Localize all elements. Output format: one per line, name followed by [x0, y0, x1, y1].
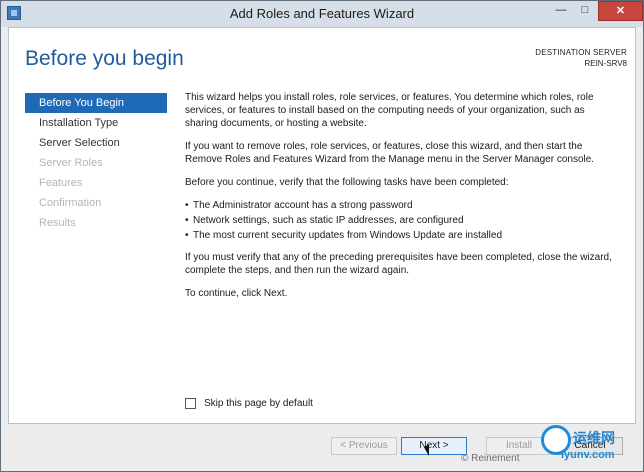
site-logo: 运维网 iyunv.com — [541, 425, 637, 467]
intro-paragraph: This wizard helps you install roles, rol… — [185, 92, 594, 129]
nav-item-results: Results — [39, 217, 76, 229]
destination-server-label: DESTINATION SERVER — [535, 48, 627, 57]
destination-server-name: REIN-SRV8 — [584, 59, 627, 68]
nav-item-installation-type[interactable]: Installation Type — [25, 113, 167, 133]
nav-item-server-roles: Server Roles — [39, 157, 103, 169]
continue-paragraph: To continue, click Next. — [185, 288, 288, 299]
skip-page-option[interactable]: Skip this page by default — [185, 398, 313, 409]
window-title: Add Roles and Features Wizard — [229, 6, 415, 21]
page-title: Before you begin — [25, 47, 184, 70]
wizard-content: Before you begin DESTINATION SERVER REIN… — [8, 27, 636, 424]
wizard-window: Add Roles and Features Wizard — □ ✕ Befo… — [0, 0, 644, 472]
logo-subtext: iyunv.com — [561, 449, 615, 461]
maximize-button[interactable]: □ — [573, 1, 597, 21]
nav-item-features: Features — [39, 177, 83, 189]
wizard-steps-nav: Before You Begin Installation Type Serve… — [25, 93, 167, 233]
list-item: The Administrator account has a strong p… — [185, 199, 615, 212]
prerequisite-list: The Administrator account has a strong p… — [185, 199, 615, 242]
logo-text: 运维网 — [573, 430, 615, 446]
remove-paragraph: If you want to remove roles, role servic… — [185, 141, 595, 165]
prereq-paragraph: If you must verify that any of the prece… — [185, 252, 612, 276]
previous-button[interactable]: < Previous — [331, 437, 397, 455]
nav-item-server-selection[interactable]: Server Selection — [25, 133, 167, 153]
skip-page-checkbox[interactable] — [185, 398, 196, 409]
title-bar[interactable]: Add Roles and Features Wizard — □ ✕ — [1, 1, 643, 27]
minimize-button[interactable]: — — [549, 1, 573, 21]
main-description: This wizard helps you install roles, rol… — [185, 91, 615, 310]
nav-item-before-you-begin[interactable]: Before You Begin — [25, 93, 167, 113]
verify-paragraph: Before you continue, verify that the fol… — [185, 177, 509, 188]
list-item: The most current security updates from W… — [185, 229, 615, 242]
nav-item-confirmation: Confirmation — [39, 197, 102, 209]
close-button[interactable]: ✕ — [598, 1, 643, 21]
watermark-credit: © Reinement — [461, 453, 520, 464]
skip-page-label: Skip this page by default — [204, 398, 313, 410]
list-item: Network settings, such as static IP addr… — [185, 214, 615, 227]
